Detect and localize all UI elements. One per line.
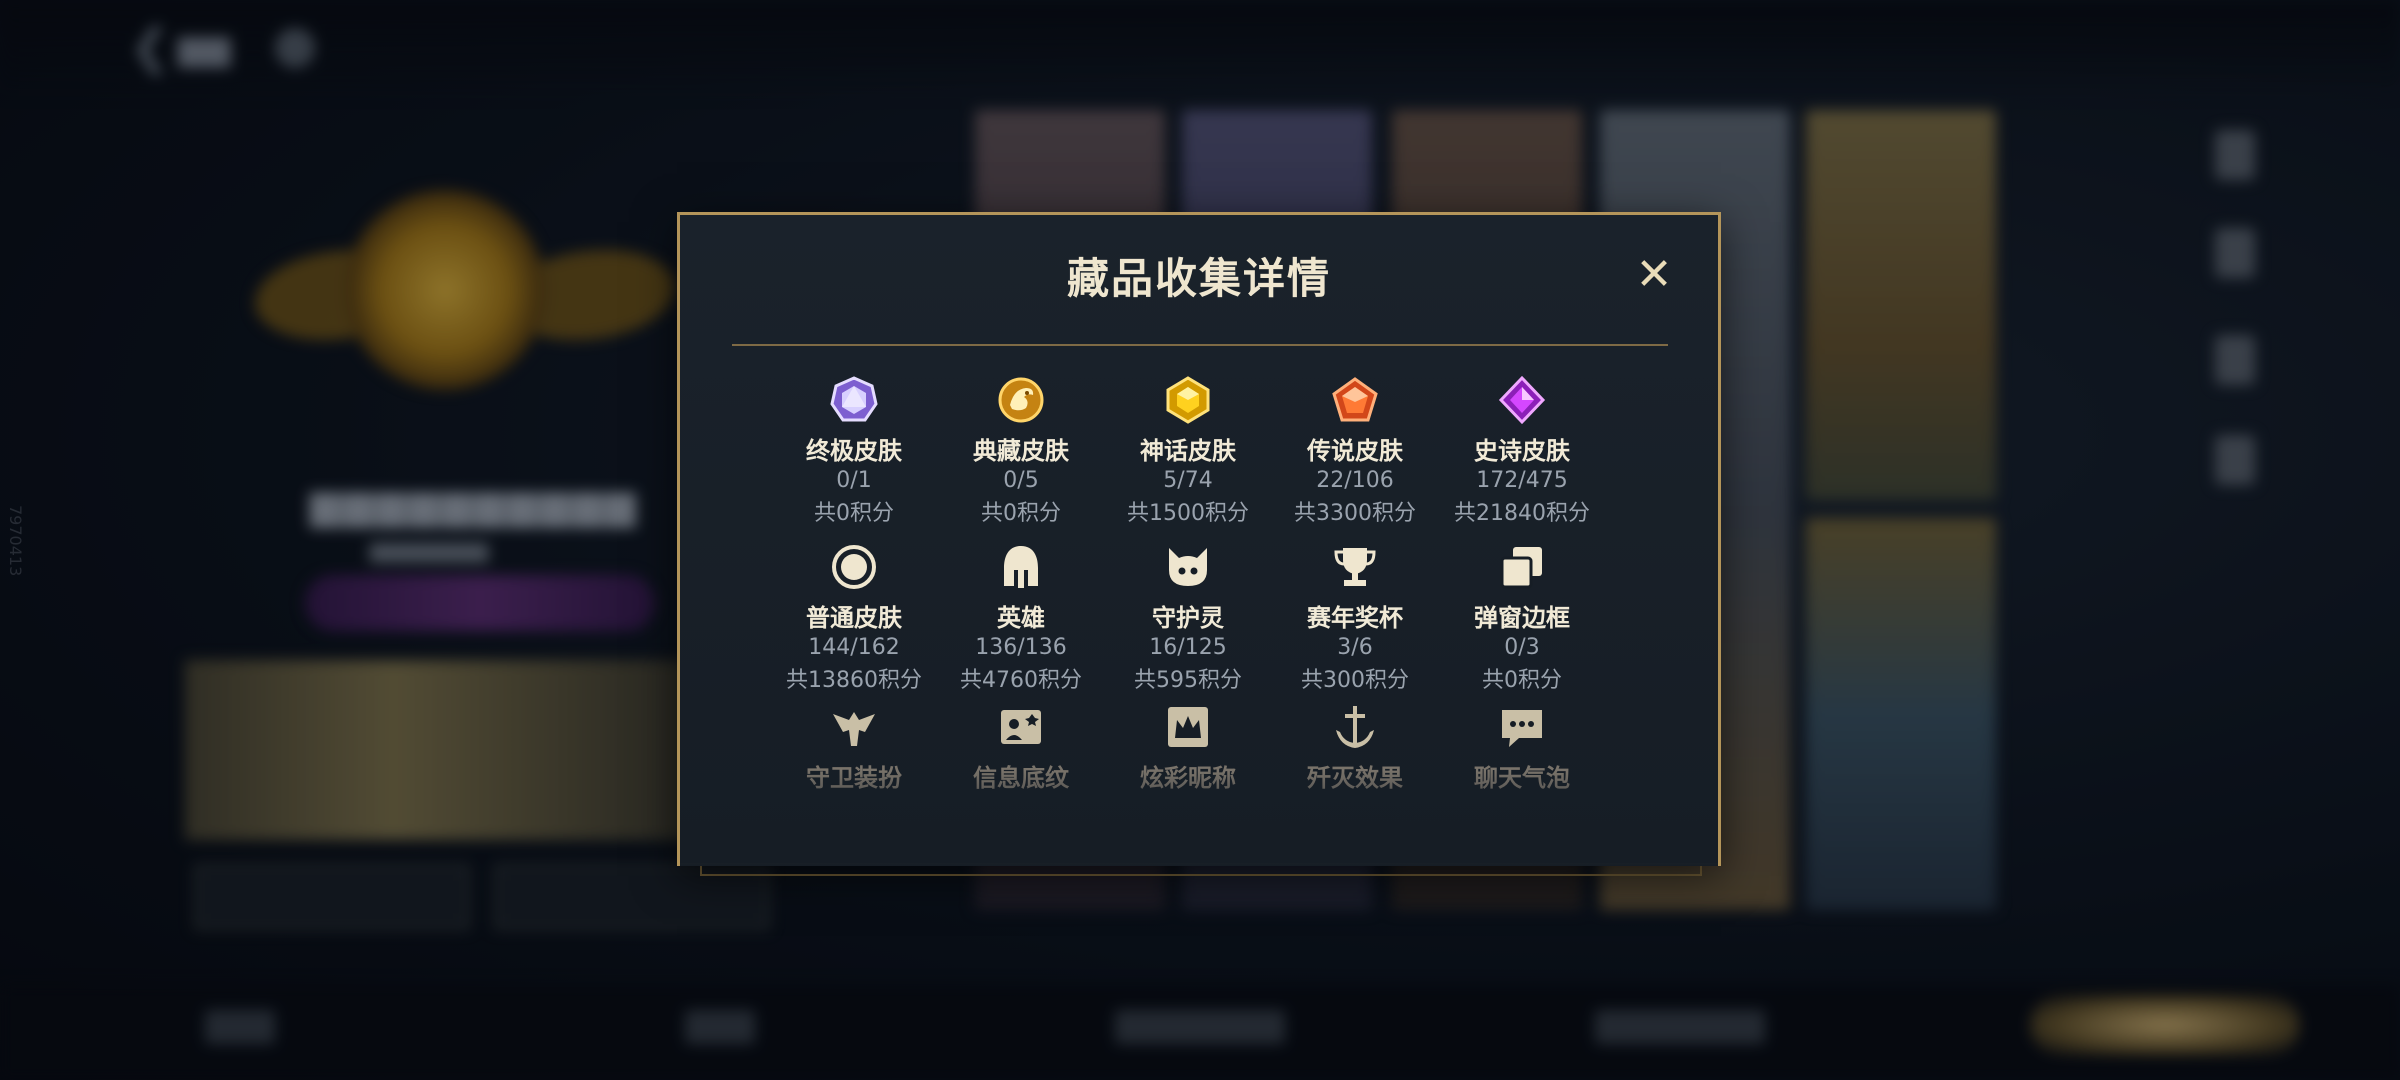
annihilation-effect-icon bbox=[1330, 702, 1380, 752]
category-count: 5/74 bbox=[1163, 468, 1213, 493]
category-points: 共21840积分 bbox=[1454, 501, 1590, 526]
category-points: 共0积分 bbox=[1482, 668, 1562, 693]
category-points: 共595积分 bbox=[1134, 668, 1242, 693]
category-count: 0/3 bbox=[1504, 635, 1540, 660]
collection-category-13[interactable]: 炫彩昵称 bbox=[1104, 702, 1272, 793]
collection-category-15[interactable]: 聊天气泡 bbox=[1438, 702, 1606, 793]
category-count: 3/6 bbox=[1337, 635, 1373, 660]
collection-category-8[interactable]: 守护灵 16/125 共595积分 bbox=[1104, 542, 1272, 694]
collection-category-4[interactable]: 传说皮肤 22/106 共3300积分 bbox=[1271, 375, 1439, 527]
category-name: 歼灭效果 bbox=[1307, 764, 1403, 792]
category-name: 史诗皮肤 bbox=[1474, 437, 1570, 465]
collection-category-12[interactable]: 信息底纹 bbox=[937, 702, 1105, 793]
category-points: 共4760积分 bbox=[960, 668, 1082, 693]
category-name: 聊天气泡 bbox=[1474, 764, 1570, 792]
collection-grid: 终极皮肤 0/1 共0积分 典藏皮肤 0/5 共0积分 神话皮肤 5/74 共1500积分 传说皮… bbox=[770, 375, 1630, 845]
epic-skin-gem-icon bbox=[1497, 375, 1547, 425]
collection-category-1[interactable]: 终极皮肤 0/1 共0积分 bbox=[770, 375, 938, 527]
category-name: 炫彩昵称 bbox=[1140, 764, 1236, 792]
mythic-skin-gem-icon bbox=[1163, 375, 1213, 425]
category-points: 共0积分 bbox=[981, 501, 1061, 526]
category-name: 弹窗边框 bbox=[1474, 604, 1570, 632]
category-name: 终极皮肤 bbox=[806, 437, 902, 465]
category-name: 普通皮肤 bbox=[806, 604, 902, 632]
modal-lip bbox=[700, 866, 1702, 876]
info-background-icon bbox=[996, 702, 1046, 752]
category-points: 共300积分 bbox=[1301, 668, 1409, 693]
category-count: 0/5 bbox=[1003, 468, 1039, 493]
category-points: 共3300积分 bbox=[1294, 501, 1416, 526]
category-name: 信息底纹 bbox=[973, 764, 1069, 792]
collection-category-10[interactable]: 弹窗边框 0/3 共0积分 bbox=[1438, 542, 1606, 694]
category-name: 守护灵 bbox=[1152, 604, 1224, 632]
category-name: 神话皮肤 bbox=[1140, 437, 1236, 465]
category-count: 16/125 bbox=[1149, 635, 1227, 660]
category-points: 共13860积分 bbox=[786, 668, 922, 693]
guardian-spirit-icon bbox=[1163, 542, 1213, 592]
category-count: 172/475 bbox=[1476, 468, 1568, 493]
collection-category-3[interactable]: 神话皮肤 5/74 共1500积分 bbox=[1104, 375, 1272, 527]
category-name: 守卫装扮 bbox=[806, 764, 902, 792]
category-count: 0/1 bbox=[836, 468, 872, 493]
legend-skin-gem-icon bbox=[1330, 375, 1380, 425]
close-icon[interactable]: ✕ bbox=[1634, 253, 1674, 297]
collection-category-5[interactable]: 史诗皮肤 172/475 共21840积分 bbox=[1438, 375, 1606, 527]
colorful-nickname-icon bbox=[1163, 702, 1213, 752]
collection-details-modal: 藏品收集详情 ✕ 终极皮肤 0/1 共0积分 典藏皮肤 0/5 共0积分 神话皮肤 5/74 共… bbox=[677, 212, 1721, 866]
collection-skin-dragon-icon bbox=[996, 375, 1046, 425]
title-divider bbox=[732, 344, 1668, 346]
category-name: 传说皮肤 bbox=[1307, 437, 1403, 465]
popup-frame-icon bbox=[1497, 542, 1547, 592]
collection-category-2[interactable]: 典藏皮肤 0/5 共0积分 bbox=[937, 375, 1105, 527]
collection-category-6[interactable]: 普通皮肤 144/162 共13860积分 bbox=[770, 542, 938, 694]
collection-category-7[interactable]: 英雄 136/136 共4760积分 bbox=[937, 542, 1105, 694]
chat-bubble-icon bbox=[1497, 702, 1547, 752]
collection-category-11[interactable]: 守卫装扮 bbox=[770, 702, 938, 793]
category-name: 赛年奖杯 bbox=[1307, 604, 1403, 632]
category-count: 22/106 bbox=[1316, 468, 1394, 493]
category-count: 144/162 bbox=[808, 635, 900, 660]
season-trophy-icon bbox=[1330, 542, 1380, 592]
collection-category-14[interactable]: 歼灭效果 bbox=[1271, 702, 1439, 793]
category-count: 136/136 bbox=[975, 635, 1067, 660]
category-points: 共0积分 bbox=[814, 501, 894, 526]
normal-skin-ring-icon bbox=[829, 542, 879, 592]
category-points: 共1500积分 bbox=[1127, 501, 1249, 526]
category-name: 典藏皮肤 bbox=[973, 437, 1069, 465]
guard-outfit-icon bbox=[829, 702, 879, 752]
modal-title: 藏品收集详情 bbox=[1066, 254, 1331, 303]
hero-helmet-icon bbox=[996, 542, 1046, 592]
ultimate-skin-gem-icon bbox=[829, 375, 879, 425]
collection-category-9[interactable]: 赛年奖杯 3/6 共300积分 bbox=[1271, 542, 1439, 694]
category-name: 英雄 bbox=[997, 604, 1045, 632]
